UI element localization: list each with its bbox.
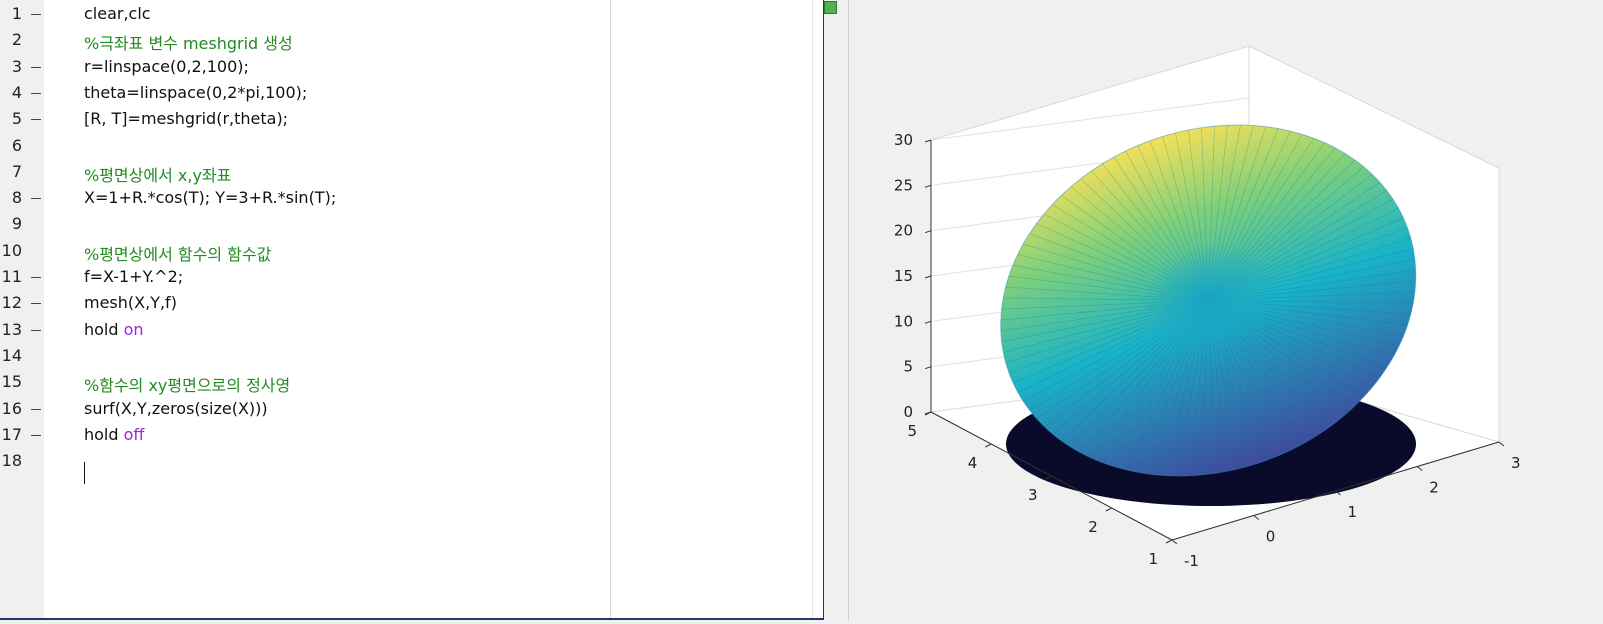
breakpoint-marker[interactable] bbox=[31, 66, 41, 68]
keyword-text: off bbox=[123, 424, 145, 444]
code-text: f=X-1+Y.^2; bbox=[84, 267, 184, 286]
breakpoint-marker[interactable] bbox=[31, 277, 41, 278]
editor-vertical-scrollbar[interactable] bbox=[812, 0, 823, 618]
code-text: r=linspace(0,2,100); bbox=[84, 56, 249, 76]
figure-window: 0 5 10 15 20 25 30 54321 -1 0 1 2 3 bbox=[848, 0, 1603, 620]
z-ticks: 0 5 10 15 20 25 30 bbox=[894, 131, 932, 421]
z-tick-label: 15 bbox=[894, 267, 913, 285]
line-number: 8 bbox=[11, 188, 22, 208]
y-tick-label: 2 bbox=[1088, 518, 1098, 536]
code-text: theta=linspace(0,2*pi,100); bbox=[84, 82, 308, 102]
comment-text: %평면상에서 x,y좌표 bbox=[84, 165, 232, 185]
z-tick-label: 10 bbox=[894, 312, 913, 330]
keyword-text: on bbox=[123, 319, 144, 339]
right-text-margin bbox=[610, 0, 611, 618]
line-number: 16 bbox=[1, 398, 22, 418]
x-tick-label: 0 bbox=[1266, 528, 1276, 546]
surface-plot: 051015202530 54321 -10123 bbox=[894, 45, 1521, 570]
comment-text: %평면상에서 함수의 함수값 bbox=[84, 244, 272, 264]
line-number: 12 bbox=[1, 293, 22, 313]
x-tick-label: -1 bbox=[1184, 552, 1199, 570]
breakpoint-marker[interactable] bbox=[31, 434, 41, 436]
breakpoint-marker[interactable] bbox=[31, 303, 41, 305]
code-line[interactable]: [R, T]=meshgrid(r,theta); bbox=[84, 109, 288, 128]
comment-text: %함수의 xy평면으로의 정사영 bbox=[84, 376, 291, 396]
z-tick-label: 30 bbox=[894, 131, 913, 149]
line-number: 9 bbox=[11, 214, 22, 234]
code-line[interactable]: r=linspace(0,2,100); bbox=[84, 57, 249, 76]
x-tick-label: 2 bbox=[1429, 479, 1439, 497]
breakpoint-marker[interactable] bbox=[31, 198, 41, 200]
code-line[interactable]: X=1+R.*cos(T); Y=3+R.*sin(T); bbox=[84, 188, 336, 207]
y-tick-label: 4 bbox=[968, 454, 978, 472]
code-text: surf(X,Y,zeros(size(X))) bbox=[84, 398, 268, 418]
code-line[interactable]: hold on bbox=[84, 320, 144, 339]
code-editor[interactable]: 1 clear,clc 2 %극좌표 변수 meshgrid 생성 3 r=linspac… bbox=[0, 0, 824, 620]
line-number: 2 bbox=[11, 30, 22, 50]
code-line[interactable]: hold off bbox=[84, 425, 144, 444]
code-line[interactable]: surf(X,Y,zeros(size(X))) bbox=[84, 399, 268, 418]
breakpoint-marker[interactable] bbox=[31, 408, 41, 410]
y-tick-label: 3 bbox=[1028, 486, 1038, 504]
breakpoint-marker[interactable] bbox=[31, 329, 41, 331]
code-line[interactable]: %평면상에서 x,y좌표 bbox=[84, 162, 231, 186]
code-line[interactable]: theta=linspace(0,2*pi,100); bbox=[84, 83, 307, 102]
breakpoint-marker[interactable] bbox=[31, 14, 41, 15]
code-text: hold bbox=[84, 424, 124, 444]
line-number: 5 bbox=[11, 109, 22, 129]
z-tick-label: 25 bbox=[894, 176, 913, 194]
x-tick-label: 3 bbox=[1511, 454, 1521, 472]
breakpoint-marker[interactable] bbox=[31, 119, 41, 121]
line-number: 3 bbox=[11, 56, 22, 76]
line-number: 10 bbox=[1, 240, 22, 260]
line-number: 4 bbox=[11, 82, 22, 102]
code-line[interactable]: %함수의 xy평면으로의 정사영 bbox=[84, 372, 290, 396]
breakpoint-marker[interactable] bbox=[31, 92, 41, 94]
code-text: X=1+R.*cos(T); Y=3+R.*sin(T); bbox=[84, 188, 337, 208]
line-number: 1 bbox=[11, 4, 22, 23]
code-text: [R, T]=meshgrid(r,theta); bbox=[84, 109, 289, 129]
text-caret bbox=[84, 462, 85, 484]
z-tick-label: 0 bbox=[903, 403, 913, 421]
code-line[interactable]: clear,clc bbox=[84, 4, 151, 23]
comment-text: %극좌표 변수 meshgrid 생성 bbox=[84, 34, 293, 54]
line-number: 18 bbox=[1, 451, 22, 471]
line-number: 6 bbox=[11, 135, 22, 155]
code-line[interactable]: %극좌표 변수 meshgrid 생성 bbox=[84, 30, 293, 54]
line-number: 13 bbox=[1, 319, 22, 339]
line-number: 17 bbox=[1, 424, 22, 444]
line-number: 14 bbox=[1, 345, 22, 365]
code-text: mesh(X,Y,f) bbox=[84, 293, 177, 313]
line-number: 7 bbox=[11, 161, 22, 181]
line-number: 11 bbox=[1, 267, 22, 286]
line-number: 15 bbox=[1, 372, 22, 392]
code-text: clear,clc bbox=[84, 4, 151, 23]
code-line[interactable]: f=X-1+Y.^2; bbox=[84, 267, 183, 286]
code-line[interactable]: mesh(X,Y,f) bbox=[84, 293, 177, 312]
z-tick-label: 20 bbox=[894, 222, 913, 240]
code-text: hold bbox=[84, 319, 124, 339]
y-tick-label: 5 bbox=[907, 422, 917, 440]
code-analyzer-status-icon[interactable] bbox=[824, 1, 837, 14]
code-line[interactable]: %평면상에서 함수의 함수값 bbox=[84, 241, 271, 265]
x-tick-label: 1 bbox=[1348, 503, 1358, 521]
y-tick-label: 1 bbox=[1148, 550, 1158, 568]
z-tick-label: 5 bbox=[903, 358, 913, 376]
